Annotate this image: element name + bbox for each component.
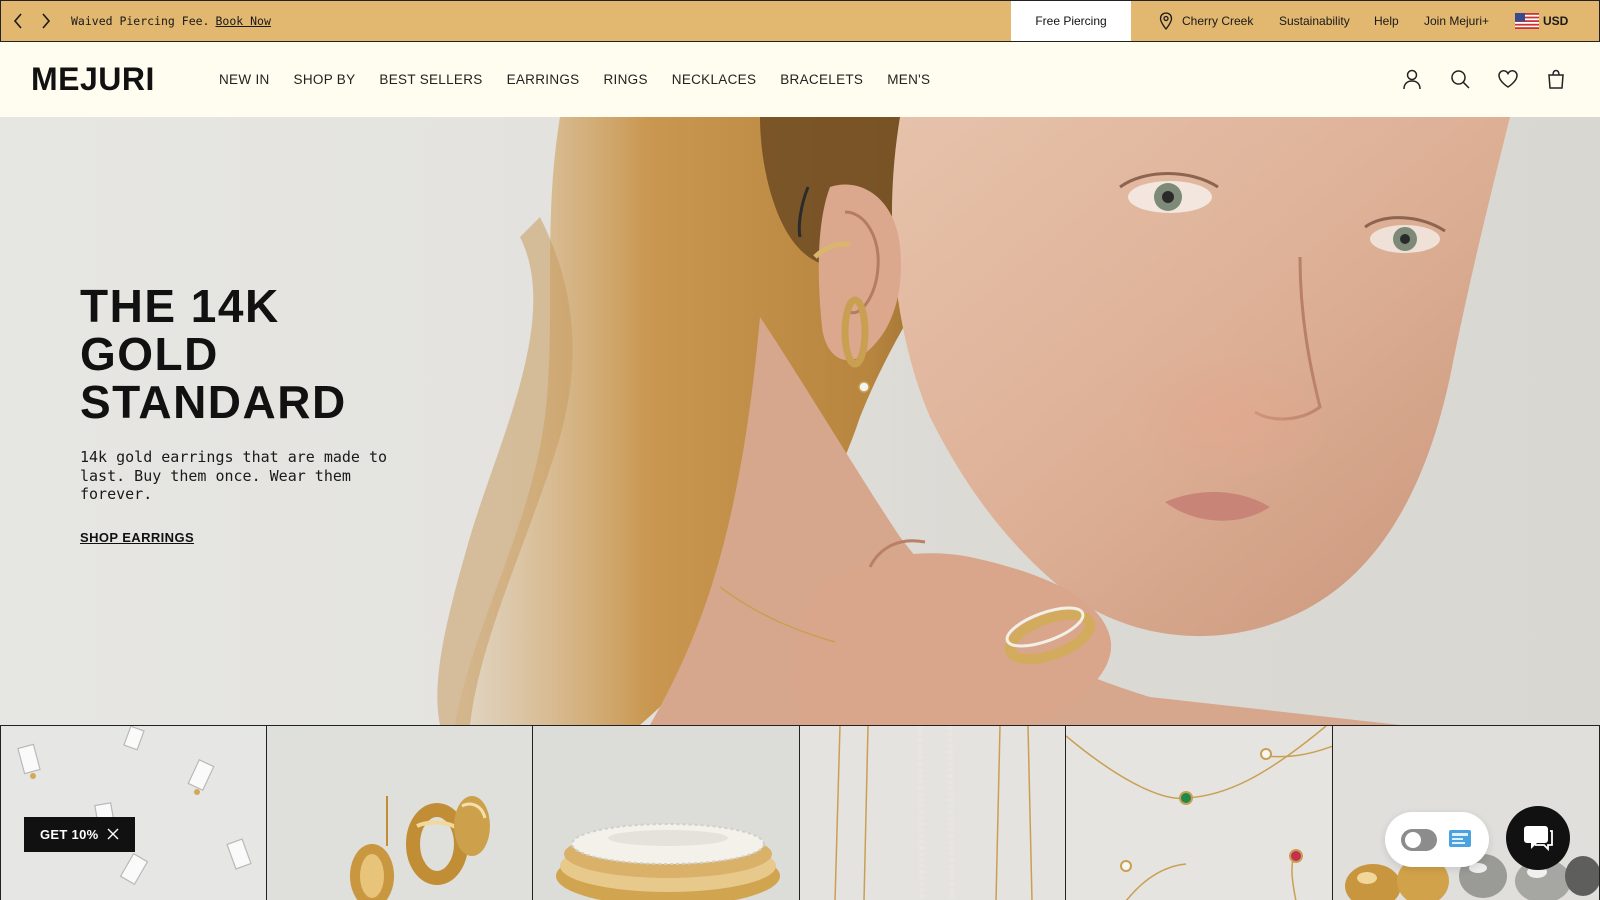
gold-dome-hoops-image [349, 796, 490, 900]
main-menu: NEW IN SHOP BY BEST SELLERS EARRINGS RIN… [219, 42, 954, 117]
location-pin-icon [1159, 12, 1173, 30]
product-category-tiles [0, 725, 1600, 900]
toggle-switch-icon[interactable] [1385, 812, 1489, 867]
tile-pave-stacked-rings[interactable] [533, 726, 800, 900]
join-mejuri-link[interactable]: Join Mejuri+ [1424, 1, 1489, 41]
mejuri-logo[interactable]: MEJURI [31, 61, 155, 98]
main-header: MEJURI NEW IN SHOP BY BEST SELLERS EARRI… [0, 42, 1600, 117]
hero-description: 14k gold earrings that are made to last.… [80, 448, 388, 503]
emerald-cut-studs-image [17, 726, 252, 886]
promo-message: Waived Piercing Fee. Book Now [71, 14, 271, 28]
promo-text: Waived Piercing Fee. [71, 14, 210, 28]
promo-arrows [3, 13, 53, 29]
tile-emerald-cut-studs[interactable] [0, 726, 267, 900]
menu-item-best-sellers[interactable]: BEST SELLERS [379, 72, 482, 87]
discount-label: GET 10% [40, 827, 99, 842]
tile-pearl-chain-necklaces[interactable] [799, 726, 1067, 900]
menu-item-new-in[interactable]: NEW IN [219, 72, 270, 87]
menu-item-earrings[interactable]: EARRINGS [507, 72, 580, 87]
menu-item-bracelets[interactable]: BRACELETS [780, 72, 863, 87]
accessibility-widget[interactable] [1385, 812, 1489, 867]
heart-icon[interactable] [1497, 68, 1519, 90]
menu-item-necklaces[interactable]: NECKLACES [672, 72, 756, 87]
live-chat-button[interactable] [1506, 806, 1570, 870]
tile-gold-dome-hoops[interactable] [266, 726, 534, 900]
shop-earrings-link[interactable]: SHOP EARRINGS [80, 530, 194, 545]
pave-stacked-rings-image [556, 823, 781, 900]
currency-label: USD [1543, 14, 1569, 28]
gemstone-necklaces-image [1066, 726, 1332, 900]
store-location-link[interactable]: Cherry Creek [1159, 1, 1253, 41]
account-icon[interactable] [1401, 68, 1423, 90]
hero-title: THE 14K GOLD STANDARD [80, 280, 347, 428]
currency-selector[interactable]: USD [1515, 1, 1568, 41]
tile-gemstone-necklaces[interactable] [1066, 726, 1333, 900]
help-link[interactable]: Help [1374, 1, 1399, 41]
promo-bar: Waived Piercing Fee. Book Now Free Pierci… [0, 0, 1600, 42]
chat-bubble-icon [1524, 826, 1553, 851]
us-flag-icon [1515, 13, 1539, 29]
discount-popup-button[interactable]: GET 10% [24, 817, 135, 852]
promo-book-now-link[interactable]: Book Now [215, 14, 270, 28]
pearl-chain-necklaces-image [834, 726, 1033, 900]
shopping-bag-icon[interactable] [1545, 68, 1567, 90]
hero-banner[interactable]: THE 14K GOLD STANDARD 14k gold earrings … [0, 117, 1600, 725]
sustainability-link[interactable]: Sustainability [1279, 1, 1350, 41]
store-location-label: Cherry Creek [1182, 14, 1254, 28]
menu-item-rings[interactable]: RINGS [604, 72, 648, 87]
chevron-right-icon[interactable] [39, 13, 53, 29]
menu-item-shop-by[interactable]: SHOP BY [294, 72, 356, 87]
menu-item-mens[interactable]: MEN'S [887, 72, 930, 87]
chevron-left-icon[interactable] [11, 13, 25, 29]
search-icon[interactable] [1449, 68, 1471, 90]
close-icon[interactable] [107, 828, 119, 840]
free-piercing-button[interactable]: Free Piercing [1011, 1, 1131, 41]
hero-copy: THE 14K GOLD STANDARD 14k gold earrings … [80, 282, 410, 547]
